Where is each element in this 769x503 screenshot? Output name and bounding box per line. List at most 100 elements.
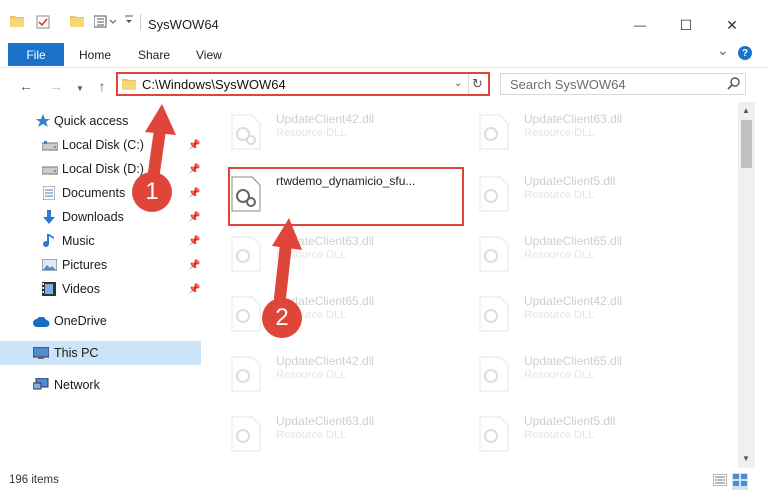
tab-home[interactable]: Home [79, 43, 111, 66]
sidebar-item-local-disk-d[interactable]: Local Disk (D:) 📌 [0, 157, 201, 181]
dll-file-icon [479, 176, 509, 212]
address-path: C:\Windows\SysWOW64 [142, 77, 286, 92]
ribbon: File Home Share View ⌄ ? [0, 40, 769, 68]
sidebar-item-label: Local Disk (D:) [62, 162, 144, 176]
scrollbar-thumb[interactable] [741, 120, 752, 168]
drive-icon [41, 164, 59, 178]
close-button[interactable]: ✕ [709, 10, 755, 40]
maximize-icon: ☐ [679, 16, 693, 33]
sidebar-item-downloads[interactable]: Downloads 📌 [0, 205, 201, 229]
details-view-icon[interactable] [712, 473, 728, 489]
tiles-view-icon[interactable] [732, 473, 748, 490]
file-type: Resource DLL [524, 369, 595, 381]
title-bar: SysWOW64 — ☐ ✕ [0, 0, 769, 40]
forward-button[interactable]: → [48, 78, 64, 94]
back-button[interactable]: ← [18, 78, 34, 94]
search-input[interactable]: Search SysWOW64 [500, 73, 746, 95]
up-arrow-icon: ↑ [98, 78, 106, 94]
sidebar-item-videos[interactable]: Videos 📌 [0, 277, 201, 301]
file-name: UpdateClient42.dll [276, 354, 375, 368]
up-button[interactable]: ↑ [94, 78, 110, 94]
file-type: Resource DLL [524, 127, 595, 139]
sidebar-item-label: Documents [62, 186, 126, 200]
navigation-pane: Quick access Local Disk (C:) 📌 Local Dis… [0, 106, 205, 466]
file-item[interactable]: UpdateClient5.dll Resource DLL [461, 408, 696, 460]
help-icon[interactable]: ? [738, 46, 752, 60]
onedrive-icon [33, 316, 50, 330]
forward-arrow-icon: → [49, 78, 63, 94]
expand-ribbon-icon[interactable]: ⌄ [717, 42, 729, 59]
scroll-down-icon[interactable]: ▼ [742, 454, 750, 463]
this-pc-icon [32, 346, 50, 361]
drive-icon [41, 140, 59, 154]
file-name: UpdateClient5.dll [524, 414, 616, 428]
pictures-icon [41, 258, 58, 273]
tab-file[interactable]: File [8, 43, 64, 66]
pin-icon: 📌 [188, 260, 201, 271]
file-type: Resource DLL [524, 429, 595, 441]
file-item[interactable]: UpdateClient65.dll Resource DLL [461, 348, 696, 400]
dll-file-icon [479, 416, 509, 452]
sidebar-item-onedrive[interactable]: OneDrive [0, 309, 201, 333]
minimize-icon: — [634, 18, 646, 32]
file-item[interactable]: UpdateClient63.dll Resource DLL [461, 106, 696, 158]
maximize-button[interactable]: ☐ [663, 10, 709, 40]
item-count: 196 items [9, 474, 59, 486]
tab-view[interactable]: View [196, 43, 222, 66]
sidebar-item-label: This PC [54, 346, 99, 360]
sidebar-item-local-disk-c[interactable]: Local Disk (C:) 📌 [0, 133, 201, 157]
properties-icon[interactable] [36, 15, 50, 32]
sidebar-item-label: Quick access [54, 114, 129, 128]
file-name: UpdateClient63.dll [276, 414, 375, 428]
dropdown-arrow-icon[interactable] [124, 14, 134, 29]
tab-share[interactable]: Share [138, 43, 170, 66]
dll-file-icon [231, 416, 261, 452]
sidebar-item-label: OneDrive [54, 314, 107, 328]
file-item[interactable]: UpdateClient63.dll Resource DLL [213, 408, 448, 460]
window-title: SysWOW64 [148, 17, 219, 32]
address-bar[interactable]: C:\Windows\SysWOW64 ⌄ ↻ [116, 72, 490, 96]
sidebar-item-music[interactable]: Music 📌 [0, 229, 201, 253]
network-icon [32, 377, 49, 392]
dll-file-icon [479, 356, 509, 392]
recent-locations-button[interactable]: ▼ [72, 80, 88, 96]
pin-icon: 📌 [188, 212, 201, 223]
file-type: Resource DLL [524, 249, 595, 261]
close-icon: ✕ [726, 16, 738, 33]
file-highlight-box [228, 167, 464, 226]
sidebar-item-label: Videos [62, 282, 100, 296]
file-item[interactable]: UpdateClient63.dll Resource DLL [213, 228, 448, 280]
minimize-button[interactable]: — [617, 10, 663, 40]
dll-file-icon [479, 296, 509, 332]
divider [140, 14, 141, 30]
customize-toolbar-icon[interactable] [93, 15, 120, 31]
chevron-down-icon: ▼ [76, 83, 84, 93]
address-row: ← → ▼ ↑ C:\Windows\SysWOW64 ⌄ ↻ Search S… [0, 68, 769, 102]
annotation-step-2: 2 [262, 298, 302, 338]
refresh-icon[interactable]: ↻ [472, 76, 483, 92]
file-item[interactable]: UpdateClient65.dll Resource DLL [461, 228, 696, 280]
file-item[interactable]: UpdateClient42.dll Resource DLL [213, 348, 448, 400]
sidebar-item-this-pc[interactable]: This PC [0, 341, 201, 365]
file-item[interactable]: UpdateClient42.dll Resource DLL [213, 106, 448, 158]
new-folder-icon[interactable] [70, 15, 84, 30]
file-item[interactable]: UpdateClient42.dll Resource DLL [461, 288, 696, 340]
vertical-scrollbar[interactable]: ▲ ▼ [738, 102, 755, 468]
file-item[interactable]: UpdateClient65.dll Resource DLL [213, 288, 448, 340]
chevron-down-icon[interactable]: ⌄ [454, 78, 462, 89]
file-name: UpdateClient42.dll [524, 294, 623, 308]
file-list: UpdateClient42.dll Resource DLL rtwdemo_… [213, 106, 737, 466]
videos-icon [42, 282, 58, 296]
file-type: Resource DLL [276, 127, 347, 139]
sidebar-item-pictures[interactable]: Pictures 📌 [0, 253, 201, 277]
divider [468, 74, 469, 94]
sidebar-item-network[interactable]: Network [0, 373, 201, 397]
file-item[interactable]: UpdateClient5.dll Resource DLL [461, 168, 696, 220]
pin-icon: 📌 [188, 236, 201, 247]
file-name: UpdateClient65.dll [524, 354, 623, 368]
scroll-up-icon[interactable]: ▲ [742, 106, 750, 115]
sidebar-item-label: Pictures [62, 258, 108, 272]
pin-icon: 📌 [188, 284, 201, 295]
sidebar-item-label: Local Disk (C:) [62, 138, 144, 152]
sidebar-item-quick-access[interactable]: Quick access [0, 109, 201, 133]
